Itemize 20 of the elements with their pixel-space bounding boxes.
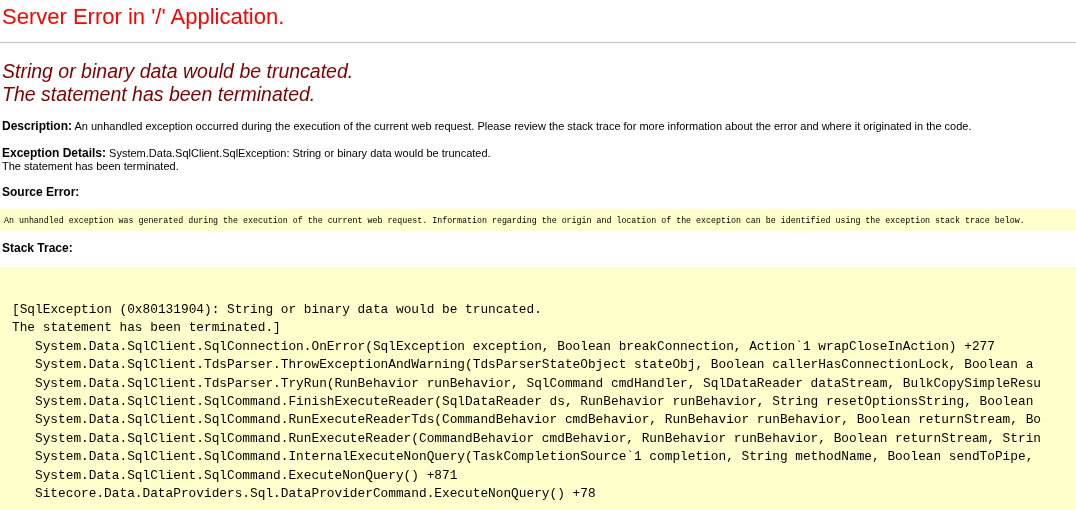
stack-frame: Sitecore.Data.DataProviders.Sql.DataProviderCommand.ExecuteNonQuery() +78 <box>0 485 596 504</box>
stack-frame: System.Data.SqlClient.SqlCommand.RunExecuteReader(CommandBehavior cmdBehavior, RunBehavior runBehavior, Boolean returnStream, Strin <box>0 429 1041 449</box>
section-heading: Stack Trace: <box>2 242 73 255</box>
stack-frame: System.Data.SqlClient.TdsParser.ThrowExceptionAndWarning(TdsParserStateObject stateObj, Boolean callerHasConnectionLock, Boolean a <box>0 356 1034 375</box>
error-message: String or binary data would be truncated. <box>2 60 354 83</box>
exception-message: [SqlException (0x80131904): String or binary data would be truncated. <box>11 301 542 319</box>
stack-frame: System.Data.SqlClient.SqlCommand.RunExecuteReaderTds(CommandBehavior cmdBehavior, RunBehavior runBehavior, Boolean returnStream, Bo <box>0 411 1041 430</box>
source-error-text: An unhandled exception was generated during the execution of the current web request. Information regarding the origin and location of the exception can be identified using the exception stack trace below. <box>4 215 1025 225</box>
description-text: Description: An unhandled exception occurred during the execution of the current web request. Please review the stack trace for more information about the error and where it originated in the code. <box>2 120 972 133</box>
exception-details-text: The statement has been terminated. <box>2 160 179 173</box>
stack-frame: System.Data.SqlClient.SqlCommand.InternalExecuteNonQuery(TaskCompletionSource`1 completion, String methodName, Boolean sendToPipe, <box>0 448 1034 467</box>
error-message: The statement has been terminated. <box>2 83 316 106</box>
stack-frame: System.Data.SqlClient.SqlCommand.FinishExecuteReader(SqlDataReader ds, RunBehavior runBehavior, String resetOptionsString, Boolean <box>0 393 1034 412</box>
stack-frame: System.Data.SqlClient.SqlCommand.ExecuteNonQuery() +871 <box>0 466 458 486</box>
exception-details-text: Exception Details: System.Data.SqlClient.SqlException: String or binary data would be truncated. <box>2 147 491 160</box>
page-title: Server Error in '/' Application. <box>1 3 286 30</box>
section-heading: Source Error: <box>2 186 80 199</box>
exception-message: The statement has been terminated.] <box>11 319 281 338</box>
stack-frame: System.Data.SqlClient.SqlConnection.OnError(SqlException exception, Boolean breakConnection, Action`1 wrapCloseInAction) +277 <box>0 337 995 357</box>
stack-frame: System.Data.SqlClient.TdsParser.TryRun(RunBehavior runBehavior, SqlCommand cmdHandler, SqlDataReader dataStream, BulkCopySimpleResu <box>0 374 1041 394</box>
